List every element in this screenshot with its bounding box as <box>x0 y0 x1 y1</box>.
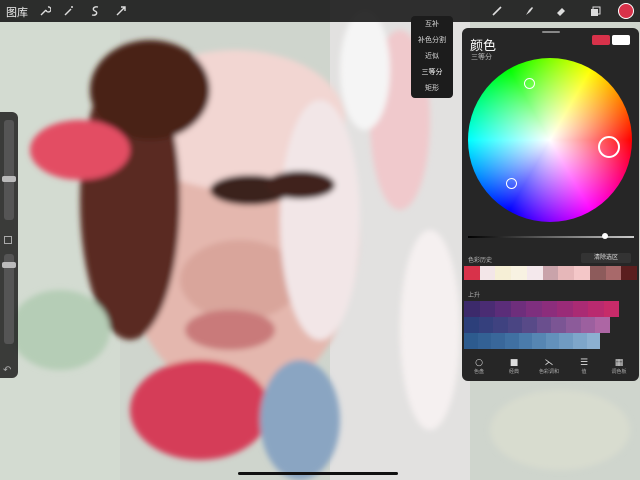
square-icon: ■ <box>509 358 519 368</box>
undo-icon[interactable]: ↶ <box>3 365 11 376</box>
palette-swatch[interactable] <box>532 333 546 349</box>
palette-swatch[interactable] <box>478 317 494 333</box>
layers-icon[interactable] <box>586 2 604 20</box>
brightness-slider[interactable] <box>468 236 634 238</box>
grid-icon: ▦ <box>614 358 624 368</box>
gallery-button[interactable]: 图库 <box>6 4 28 20</box>
primary-color-swatch[interactable] <box>592 35 610 45</box>
history-swatch[interactable] <box>511 266 527 280</box>
palette-row <box>464 333 601 349</box>
palette-swatch[interactable] <box>479 301 495 317</box>
color-mode-tabs: ○ 色盘 ■ 经典 ⋋ 色彩调和 ☰ 值 ▦ 调色板 <box>462 356 639 380</box>
selection-icon[interactable] <box>86 2 104 20</box>
transform-arrow-icon[interactable] <box>112 2 130 20</box>
palette-swatch[interactable] <box>507 317 523 333</box>
color-panel: 颜色 三等分 色彩历史 清除选区 上升 ○ 色盘 ■ 经典 ⋋ 色彩调和 ☰ 值… <box>462 28 639 381</box>
history-label: 色彩历史 <box>468 257 493 264</box>
harmony-option-split-complementary[interactable]: 补色分割 <box>411 32 453 48</box>
history-swatch[interactable] <box>558 266 575 280</box>
color-palette <box>464 301 619 349</box>
history-swatch[interactable] <box>621 266 638 280</box>
palette-swatch[interactable] <box>491 333 505 349</box>
palette-swatch[interactable] <box>545 333 560 349</box>
palette-swatch[interactable] <box>595 317 610 333</box>
top-toolbar: 图库 <box>0 0 640 22</box>
left-sidebar: ↶ <box>0 112 18 378</box>
palette-swatch[interactable] <box>572 301 588 317</box>
history-swatch[interactable] <box>605 266 622 280</box>
palette-swatch[interactable] <box>518 333 533 349</box>
palette-swatch[interactable] <box>464 301 480 317</box>
palette-swatch[interactable] <box>603 301 619 317</box>
palette-row <box>464 317 610 333</box>
clear-history-button[interactable]: 清除选区 <box>581 253 631 263</box>
home-indicator <box>238 472 398 475</box>
palette-swatch[interactable] <box>510 301 526 317</box>
harmony-mode-menu: 互补 补色分割 近似 三等分 矩形 <box>411 16 453 98</box>
eraser-icon[interactable] <box>552 2 570 20</box>
palette-label: 上升 <box>468 292 481 299</box>
harmony-option-tetradic[interactable]: 矩形 <box>411 80 453 96</box>
smudge-icon[interactable] <box>520 2 538 20</box>
palette-swatch[interactable] <box>565 317 581 333</box>
history-swatch[interactable] <box>495 266 512 280</box>
harmony-icon: ⋋ <box>544 358 554 368</box>
tab-classic[interactable]: ■ 经典 <box>499 358 529 375</box>
tab-value[interactable]: ☰ 值 <box>569 358 599 375</box>
panel-grip[interactable] <box>542 31 560 33</box>
color-history <box>464 266 638 280</box>
harmony-option-analogous[interactable]: 近似 <box>411 48 453 64</box>
palette-swatch[interactable] <box>464 317 479 333</box>
palette-swatch[interactable] <box>586 333 601 349</box>
palette-swatch[interactable] <box>526 301 542 317</box>
tab-palettes[interactable]: ▦ 调色板 <box>604 358 634 375</box>
palette-swatch[interactable] <box>541 301 557 317</box>
brightness-thumb[interactable] <box>602 233 608 239</box>
disc-icon: ○ <box>475 358 483 368</box>
brush-size-slider[interactable] <box>4 120 14 220</box>
palette-row <box>464 301 619 317</box>
current-color-button[interactable] <box>618 3 634 19</box>
palette-swatch[interactable] <box>495 301 511 317</box>
tab-harmony[interactable]: ⋋ 色彩调和 <box>534 358 564 375</box>
palette-swatch[interactable] <box>477 333 492 349</box>
harmony-mode-button[interactable]: 三等分 <box>471 52 492 62</box>
harmony-knob-1[interactable] <box>524 78 535 89</box>
history-swatch[interactable] <box>526 266 543 280</box>
harmony-option-complementary[interactable]: 互补 <box>411 16 453 32</box>
palette-swatch[interactable] <box>559 333 574 349</box>
history-swatch[interactable] <box>542 266 559 280</box>
harmony-option-triadic[interactable]: 三等分 <box>411 64 453 80</box>
brush-size-thumb[interactable] <box>2 176 16 182</box>
palette-swatch[interactable] <box>557 301 573 317</box>
palette-swatch[interactable] <box>573 333 587 349</box>
palette-swatch[interactable] <box>588 301 604 317</box>
brush-icon[interactable] <box>488 2 506 20</box>
color-wheel[interactable] <box>468 58 632 222</box>
primary-color-knob[interactable] <box>598 136 620 158</box>
palette-swatch[interactable] <box>504 333 519 349</box>
history-swatch[interactable] <box>464 266 480 280</box>
history-swatch[interactable] <box>589 266 606 280</box>
palette-swatch[interactable] <box>551 317 566 333</box>
modify-button[interactable] <box>4 236 12 244</box>
palette-swatch[interactable] <box>536 317 552 333</box>
palette-swatch[interactable] <box>522 317 537 333</box>
opacity-thumb[interactable] <box>2 262 16 268</box>
harmony-knob-2[interactable] <box>506 178 517 189</box>
secondary-color-swatch[interactable] <box>612 35 630 45</box>
magic-wand-icon[interactable] <box>60 2 78 20</box>
tab-disc[interactable]: ○ 色盘 <box>464 358 494 375</box>
history-swatch[interactable] <box>574 266 590 280</box>
wrench-icon[interactable] <box>36 2 54 20</box>
history-swatch[interactable] <box>479 266 496 280</box>
sliders-icon: ☰ <box>579 358 589 368</box>
palette-swatch[interactable] <box>580 317 596 333</box>
palette-swatch[interactable] <box>464 333 478 349</box>
palette-swatch[interactable] <box>493 317 508 333</box>
